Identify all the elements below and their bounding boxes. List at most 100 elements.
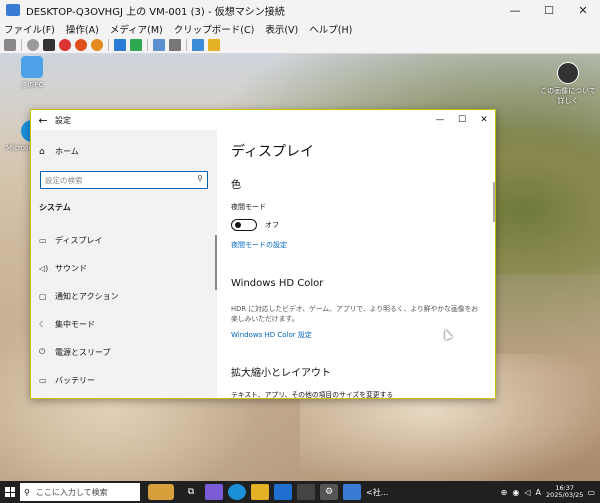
night-mode-label: 夜間モード [231,203,266,211]
file-explorer-icon[interactable] [251,484,269,500]
taskbar-search-input[interactable]: ⚲ ここに入力して検索 [20,483,140,501]
search-highlight-icon[interactable] [148,484,174,500]
settings-search-input[interactable]: 設定の検索 ⚲ [40,171,208,189]
toolbar-separator [186,39,187,51]
reset-icon[interactable] [91,39,103,51]
settings-title: 設定 [55,115,71,125]
settings-maximize-button[interactable]: ☐ [451,115,473,125]
toolbar-separator [108,39,109,51]
clock[interactable]: 16:37 2025/03/25 [545,484,584,500]
sidebar-item-focus[interactable]: ☾ 集中モード [31,314,217,334]
edge-icon[interactable] [228,484,246,500]
system-tray: ⊕ ◉ ◁ A 16:37 2025/03/25 ▭ [501,484,600,500]
night-mode-settings-link[interactable]: 夜間モードの設定 [231,240,287,250]
pause-icon[interactable] [114,39,126,51]
page-title: ディスプレイ [231,144,315,160]
guest-desktop: このPC Microsoft Edge この画像について詳しく ← 設定 — ☐… [0,54,600,481]
settings-minimize-button[interactable]: — [429,115,451,125]
checkpoint-icon[interactable] [153,39,165,51]
settings-titlebar: ← 設定 — ☐ ✕ [31,110,495,130]
camera-icon [557,62,579,84]
night-mode-state: オフ [265,221,279,229]
menu-media[interactable]: メディア(M) [110,22,163,36]
save-icon[interactable] [75,39,87,51]
menu-action[interactable]: 操作(A) [66,22,99,36]
resume-icon[interactable] [130,39,142,51]
sidebar-item-label: 集中モード [55,319,95,329]
sidebar-item-notifications[interactable]: ▢ 通知とアクション [31,286,217,306]
taskbar: ⚲ ここに入力して検索 ⧉ ⚙ <社... ⊕ ◉ ◁ A 16:37 2025… [0,481,600,503]
start-icon[interactable] [27,39,39,51]
sidebar-item-label: サウンド [55,263,87,273]
store-icon[interactable] [297,484,315,500]
shutdown-icon[interactable] [59,39,71,51]
search-icon: ⚲ [24,487,30,497]
sidebar-item-label: ディスプレイ [55,235,103,245]
remote-app-icon[interactable] [343,484,361,500]
revert-icon[interactable] [169,39,181,51]
start-button[interactable] [0,481,20,503]
notification-center-icon[interactable]: ▭ [587,488,595,497]
sidebar-item-label: 通知とアクション [55,291,119,301]
copilot-icon[interactable] [205,484,223,500]
color-section-title: 色 [231,180,241,191]
hd-color-settings-link[interactable]: Windows HD Color 設定 [231,330,312,340]
hd-color-description: HDR に対応したビデオ、ゲーム、アプリで、より明るく、より鮮やかな画像をお楽し… [231,305,479,324]
toggle-knob [235,222,241,228]
moon-icon: ☾ [39,319,47,329]
back-arrow-icon[interactable]: ← [31,114,55,127]
host-menubar: ファイル(F) 操作(A) メディア(M) クリップボード(C) 表示(V) ヘ… [0,20,600,37]
host-close-button[interactable]: ✕ [566,0,600,20]
notification-icon: ▢ [39,291,47,301]
desktop-icon-label: この画像について詳しく [540,87,596,105]
sidebar-section-title: システム [39,203,71,212]
desktop-icon-learn-about-image[interactable]: この画像について詳しく [538,62,598,106]
sidebar-item-sound[interactable]: ◁) サウンド [31,258,217,278]
ime-indicator[interactable]: A [535,488,540,497]
settings-content: ディスプレイ 色 夜間モード オフ 夜間モードの設定 Windows HD Co… [217,130,495,399]
menu-clipboard[interactable]: クリップボード(C) [174,22,255,36]
scale-layout-description: テキスト、アプリ、その他の項目のサイズを変更する [231,391,394,399]
sidebar-item-battery[interactable]: ▭ バッテリー [31,370,217,390]
host-minimize-button[interactable]: — [498,0,532,20]
ctrl-alt-del-icon[interactable] [4,39,16,51]
host-titlebar: DESKTOP-Q3OVHGJ 上の VM-001 (3) - 仮想マシン接続 … [0,0,600,20]
toolbar-separator [21,39,22,51]
scale-layout-title: 拡大縮小とレイアウト [231,368,331,379]
battery-icon: ▭ [39,375,47,385]
clock-date: 2025/03/25 [545,491,584,499]
night-mode-toggle[interactable] [231,219,257,231]
settings-sidebar: ⌂ ホーム 設定の検索 ⚲ システム ▭ ディスプレイ ◁) サウンド ▢ 通知… [31,130,217,398]
host-maximize-button[interactable]: ☐ [532,0,566,20]
turn-off-icon[interactable] [43,39,55,51]
display-icon: ▭ [39,235,47,245]
settings-window: ← 設定 — ☐ ✕ ⌂ ホーム 設定の検索 ⚲ システム ▭ ディスプレイ ◁… [30,109,496,399]
computer-icon [21,56,43,78]
task-view-icon[interactable]: ⧉ [182,484,200,500]
toolbar-separator [147,39,148,51]
sidebar-item-label: バッテリー [55,375,95,385]
desktop-icon-label: このPC [20,81,44,89]
hd-color-title: Windows HD Color [231,278,324,289]
speaker-icon: ◁) [39,263,49,273]
sidebar-item-display[interactable]: ▭ ディスプレイ [31,230,217,250]
taskbar-task-label[interactable]: <社... [366,487,388,498]
content-scrollbar[interactable] [493,182,495,222]
menu-view[interactable]: 表示(V) [265,22,298,36]
desktop-icon-this-pc[interactable]: このPC [2,56,62,90]
sidebar-item-power[interactable]: ⏻ 電源とスリープ [31,342,217,362]
sidebar-home[interactable]: ⌂ ホーム [39,146,79,157]
volume-icon[interactable]: ◁ [524,488,530,497]
host-window-title: DESKTOP-Q3OVHGJ 上の VM-001 (3) - 仮想マシン接続 [26,6,285,18]
enhanced-session-icon[interactable] [192,39,204,51]
menu-help[interactable]: ヘルプ(H) [309,22,352,36]
settings-close-button[interactable]: ✕ [473,115,495,125]
search-icon: ⚲ [197,174,203,183]
share-icon[interactable] [208,39,220,51]
record-icon[interactable]: ◉ [512,488,519,497]
network-icon[interactable]: ⊕ [501,488,508,497]
settings-gear-icon[interactable]: ⚙ [320,484,338,500]
menu-file[interactable]: ファイル(F) [4,22,55,36]
outlook-icon[interactable] [274,484,292,500]
power-icon: ⏻ [39,347,46,356]
